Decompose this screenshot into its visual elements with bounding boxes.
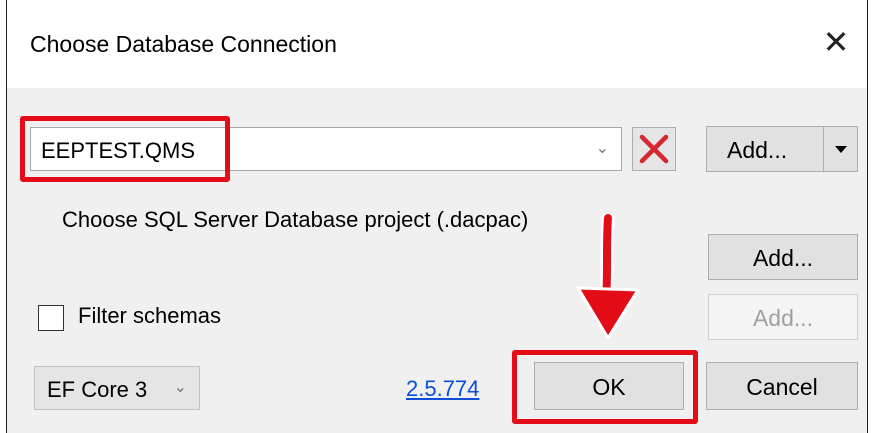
version-link[interactable]: 2.5.774 [406, 376, 479, 402]
add-disabled-label: Add... [752, 305, 814, 331]
highlight-connection [20, 116, 230, 182]
highlight-ok [512, 350, 698, 424]
cancel-button[interactable]: Cancel [706, 362, 858, 410]
chevron-down-icon: ⌄ [595, 140, 609, 157]
remove-connection-button[interactable] [632, 127, 676, 171]
dacpac-label: Choose SQL Server Database project (.dac… [62, 207, 529, 232]
add-disabled-button: Add... [708, 294, 858, 340]
caret-down-icon [835, 146, 847, 153]
chevron-down-icon: ⌄ [173, 379, 187, 396]
arrow-down-icon [576, 214, 640, 340]
add-dacpac-label: Add... [752, 245, 814, 271]
title-bar: Choose Database Connection ✕ [7, 0, 867, 88]
add-dacpac-button[interactable]: Add... [708, 234, 858, 280]
dialog-title: Choose Database Connection [30, 31, 337, 57]
add-connection-button[interactable]: Add... [706, 126, 858, 172]
ef-version-dropdown[interactable]: EF Core 3 ⌄ [34, 366, 200, 410]
close-icon[interactable]: ✕ [819, 26, 853, 60]
x-icon [639, 134, 669, 164]
filter-schemas-label: Filter schemas [78, 303, 222, 328]
filter-schemas-checkbox[interactable] [38, 305, 64, 331]
ef-version-value: EF Core 3 [47, 377, 148, 402]
add-connection-label: Add... [727, 137, 788, 163]
add-connection-dropdown[interactable] [823, 127, 857, 171]
cancel-label: Cancel [746, 374, 818, 400]
